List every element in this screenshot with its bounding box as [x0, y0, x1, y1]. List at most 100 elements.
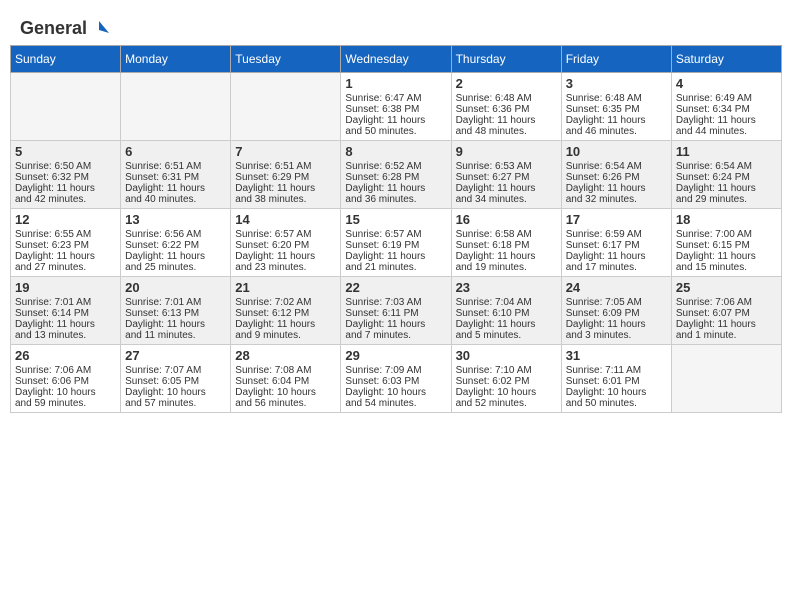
day-info-line: Sunset: 6:24 PM [676, 172, 777, 183]
weekday-header-saturday: Saturday [671, 46, 781, 73]
day-info-line: Sunset: 6:15 PM [676, 240, 777, 251]
day-info-line: Daylight: 10 hours [15, 387, 116, 398]
day-info-line: Sunrise: 7:05 AM [566, 297, 667, 308]
day-number: 15 [345, 212, 446, 227]
calendar-cell: 21Sunrise: 7:02 AMSunset: 6:12 PMDayligh… [231, 277, 341, 345]
day-info-line: Sunset: 6:09 PM [566, 308, 667, 319]
calendar-cell: 18Sunrise: 7:00 AMSunset: 6:15 PMDayligh… [671, 209, 781, 277]
day-info-line: and 1 minute. [676, 330, 777, 341]
header: General [10, 10, 782, 39]
calendar: SundayMondayTuesdayWednesdayThursdayFrid… [10, 45, 782, 413]
day-info-line: and 38 minutes. [235, 194, 336, 205]
day-info-line: and 36 minutes. [345, 194, 446, 205]
day-info-line: Daylight: 10 hours [345, 387, 446, 398]
day-info-line: Daylight: 11 hours [125, 319, 226, 330]
day-info-line: Daylight: 10 hours [566, 387, 667, 398]
day-info-line: Daylight: 11 hours [345, 115, 446, 126]
day-info-line: Sunrise: 6:54 AM [566, 161, 667, 172]
day-number: 26 [15, 348, 116, 363]
day-info-line: and 57 minutes. [125, 398, 226, 409]
weekday-header-tuesday: Tuesday [231, 46, 341, 73]
day-info-line: Daylight: 11 hours [15, 319, 116, 330]
day-info-line: Sunset: 6:29 PM [235, 172, 336, 183]
day-number: 14 [235, 212, 336, 227]
calendar-cell: 29Sunrise: 7:09 AMSunset: 6:03 PMDayligh… [341, 345, 451, 413]
day-number: 24 [566, 280, 667, 295]
day-info-line: and 25 minutes. [125, 262, 226, 273]
calendar-cell: 11Sunrise: 6:54 AMSunset: 6:24 PMDayligh… [671, 141, 781, 209]
logo: General [20, 18, 109, 35]
calendar-cell: 16Sunrise: 6:58 AMSunset: 6:18 PMDayligh… [451, 209, 561, 277]
day-info-line: Sunset: 6:13 PM [125, 308, 226, 319]
day-info-line: Sunset: 6:02 PM [456, 376, 557, 387]
day-info-line: Daylight: 11 hours [15, 251, 116, 262]
day-number: 27 [125, 348, 226, 363]
day-info-line: Sunset: 6:36 PM [456, 104, 557, 115]
day-info-line: Sunrise: 6:48 AM [566, 93, 667, 104]
calendar-cell: 17Sunrise: 6:59 AMSunset: 6:17 PMDayligh… [561, 209, 671, 277]
day-number: 10 [566, 144, 667, 159]
calendar-cell [11, 73, 121, 141]
day-info-line: and 42 minutes. [15, 194, 116, 205]
day-info-line: Sunrise: 7:08 AM [235, 365, 336, 376]
day-info-line: and 59 minutes. [15, 398, 116, 409]
calendar-cell: 1Sunrise: 6:47 AMSunset: 6:38 PMDaylight… [341, 73, 451, 141]
calendar-cell: 2Sunrise: 6:48 AMSunset: 6:36 PMDaylight… [451, 73, 561, 141]
day-info-line: and 27 minutes. [15, 262, 116, 273]
day-info-line: Sunset: 6:04 PM [235, 376, 336, 387]
day-info-line: Sunset: 6:34 PM [676, 104, 777, 115]
day-info-line: Sunset: 6:26 PM [566, 172, 667, 183]
day-info-line: and 40 minutes. [125, 194, 226, 205]
day-info-line: Daylight: 11 hours [125, 183, 226, 194]
day-info-line: Daylight: 10 hours [235, 387, 336, 398]
week-row-2: 5Sunrise: 6:50 AMSunset: 6:32 PMDaylight… [11, 141, 782, 209]
day-info-line: Sunrise: 7:10 AM [456, 365, 557, 376]
calendar-cell [671, 345, 781, 413]
calendar-cell: 20Sunrise: 7:01 AMSunset: 6:13 PMDayligh… [121, 277, 231, 345]
day-number: 9 [456, 144, 557, 159]
calendar-cell: 31Sunrise: 7:11 AMSunset: 6:01 PMDayligh… [561, 345, 671, 413]
day-info-line: Sunset: 6:06 PM [15, 376, 116, 387]
day-info-line: Daylight: 11 hours [566, 319, 667, 330]
day-info-line: Sunset: 6:27 PM [456, 172, 557, 183]
day-info-line: Sunrise: 6:47 AM [345, 93, 446, 104]
logo-general: General [20, 18, 87, 39]
day-info-line: and 19 minutes. [456, 262, 557, 273]
day-info-line: Sunset: 6:23 PM [15, 240, 116, 251]
day-info-line: Sunset: 6:05 PM [125, 376, 226, 387]
day-number: 13 [125, 212, 226, 227]
day-info-line: Sunrise: 7:06 AM [15, 365, 116, 376]
day-info-line: and 23 minutes. [235, 262, 336, 273]
calendar-cell: 4Sunrise: 6:49 AMSunset: 6:34 PMDaylight… [671, 73, 781, 141]
day-info-line: Sunrise: 7:09 AM [345, 365, 446, 376]
day-info-line: Sunset: 6:28 PM [345, 172, 446, 183]
day-info-line: and 32 minutes. [566, 194, 667, 205]
calendar-cell: 9Sunrise: 6:53 AMSunset: 6:27 PMDaylight… [451, 141, 561, 209]
week-row-5: 26Sunrise: 7:06 AMSunset: 6:06 PMDayligh… [11, 345, 782, 413]
weekday-header-friday: Friday [561, 46, 671, 73]
day-number: 7 [235, 144, 336, 159]
day-info-line: and 50 minutes. [566, 398, 667, 409]
day-info-line: Daylight: 11 hours [676, 251, 777, 262]
calendar-cell: 27Sunrise: 7:07 AMSunset: 6:05 PMDayligh… [121, 345, 231, 413]
day-info-line: Sunset: 6:20 PM [235, 240, 336, 251]
day-info-line: Sunrise: 6:48 AM [456, 93, 557, 104]
day-info-line: and 21 minutes. [345, 262, 446, 273]
day-info-line: and 34 minutes. [456, 194, 557, 205]
calendar-cell [231, 73, 341, 141]
day-number: 30 [456, 348, 557, 363]
day-number: 8 [345, 144, 446, 159]
day-info-line: Sunrise: 7:03 AM [345, 297, 446, 308]
weekday-header-row: SundayMondayTuesdayWednesdayThursdayFrid… [11, 46, 782, 73]
day-number: 12 [15, 212, 116, 227]
day-info-line: Daylight: 11 hours [566, 251, 667, 262]
day-info-line: Sunset: 6:11 PM [345, 308, 446, 319]
day-number: 19 [15, 280, 116, 295]
day-info-line: Sunrise: 6:58 AM [456, 229, 557, 240]
day-info-line: and 56 minutes. [235, 398, 336, 409]
logo-bird-icon [89, 19, 109, 39]
day-info-line: Sunrise: 6:55 AM [15, 229, 116, 240]
calendar-cell: 22Sunrise: 7:03 AMSunset: 6:11 PMDayligh… [341, 277, 451, 345]
day-info-line: Sunrise: 7:07 AM [125, 365, 226, 376]
day-number: 28 [235, 348, 336, 363]
